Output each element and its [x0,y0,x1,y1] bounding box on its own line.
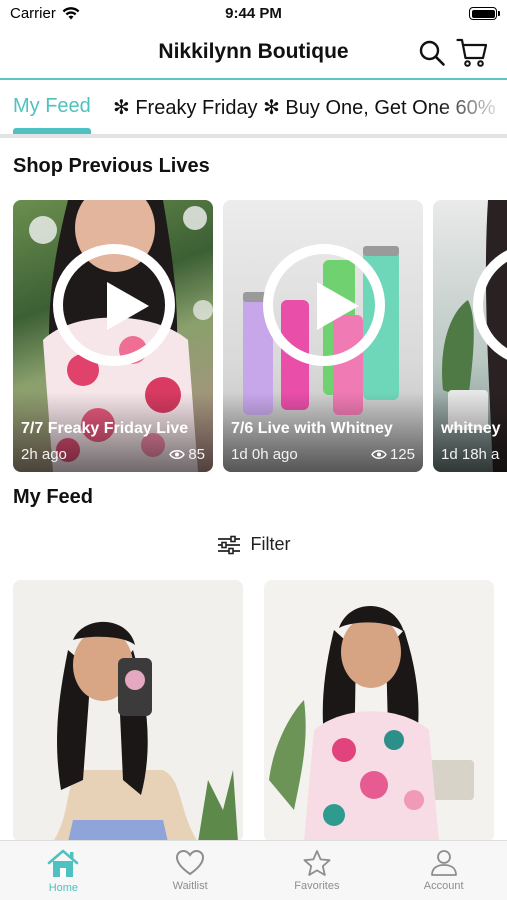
play-icon [317,282,359,330]
nav-account-label: Account [423,880,464,892]
live-title: 7/7 Freaky Friday Live [21,420,189,437]
search-button[interactable] [415,36,449,70]
eye-icon [371,450,387,459]
product-image [13,580,243,842]
play-button[interactable] [53,244,175,366]
eye-icon [169,450,186,459]
filter-button[interactable]: Filter [0,534,507,555]
person-icon [430,850,457,876]
product-card[interactable] [13,580,243,842]
tabs-fade [437,82,507,134]
live-card[interactable]: 7/6 Live with Whitney 1d 0h ago 125 [223,200,423,472]
cart-button[interactable] [455,36,489,70]
nav-favorites[interactable]: Favorites [254,841,381,900]
battery-icon [469,7,500,20]
live-time: 2h ago [21,446,67,463]
view-count: 125 [389,446,415,463]
live-time: 1d 18h a [441,446,500,463]
live-time: 1d 0h ago [231,446,298,463]
my-feed-heading: My Feed [13,486,94,508]
previous-lives-carousel[interactable]: 7/7 Freaky Friday Live 2h ago 85 7/6 Liv… [13,200,507,472]
previous-lives-heading: Shop Previous Lives [13,155,210,177]
status-time: 9:44 PM [225,5,282,22]
nav-home-label: Home [48,882,79,894]
app-header: Nikkilynn Boutique [0,30,507,80]
live-title: 7/6 Live with Whitney [231,420,393,437]
feed-tabs: My Feed ✻ Freaky Friday ✻ Buy One, Get O… [0,82,507,138]
star-icon [303,850,331,876]
play-button[interactable] [263,244,385,366]
live-views: 85 [169,446,205,463]
tab-my-feed[interactable]: My Feed [13,95,91,118]
view-count: 85 [188,446,205,463]
bottom-nav: Home Waitlist Favorites Account [0,840,507,900]
product-card[interactable] [264,580,494,842]
search-icon [419,40,445,66]
product-image [264,580,494,842]
live-card[interactable]: whitney 1d 18h a [433,200,507,472]
nav-account[interactable]: Account [380,841,507,900]
nav-waitlist-label: Waitlist [172,880,208,892]
status-bar: Carrier 9:44 PM [0,0,507,30]
home-icon [48,849,79,877]
live-card[interactable]: 7/7 Freaky Friday Live 2h ago 85 [13,200,213,472]
nav-waitlist[interactable]: Waitlist [127,841,254,900]
sliders-icon [217,535,240,554]
heart-icon [176,849,205,876]
nav-home[interactable]: Home [0,841,127,900]
live-title: whitney [441,420,501,437]
live-views: 125 [371,446,415,463]
nav-favorites-label: Favorites [294,880,340,892]
cart-icon [456,38,488,67]
active-tab-indicator [13,128,91,134]
filter-label: Filter [250,534,291,554]
play-icon [107,282,149,330]
